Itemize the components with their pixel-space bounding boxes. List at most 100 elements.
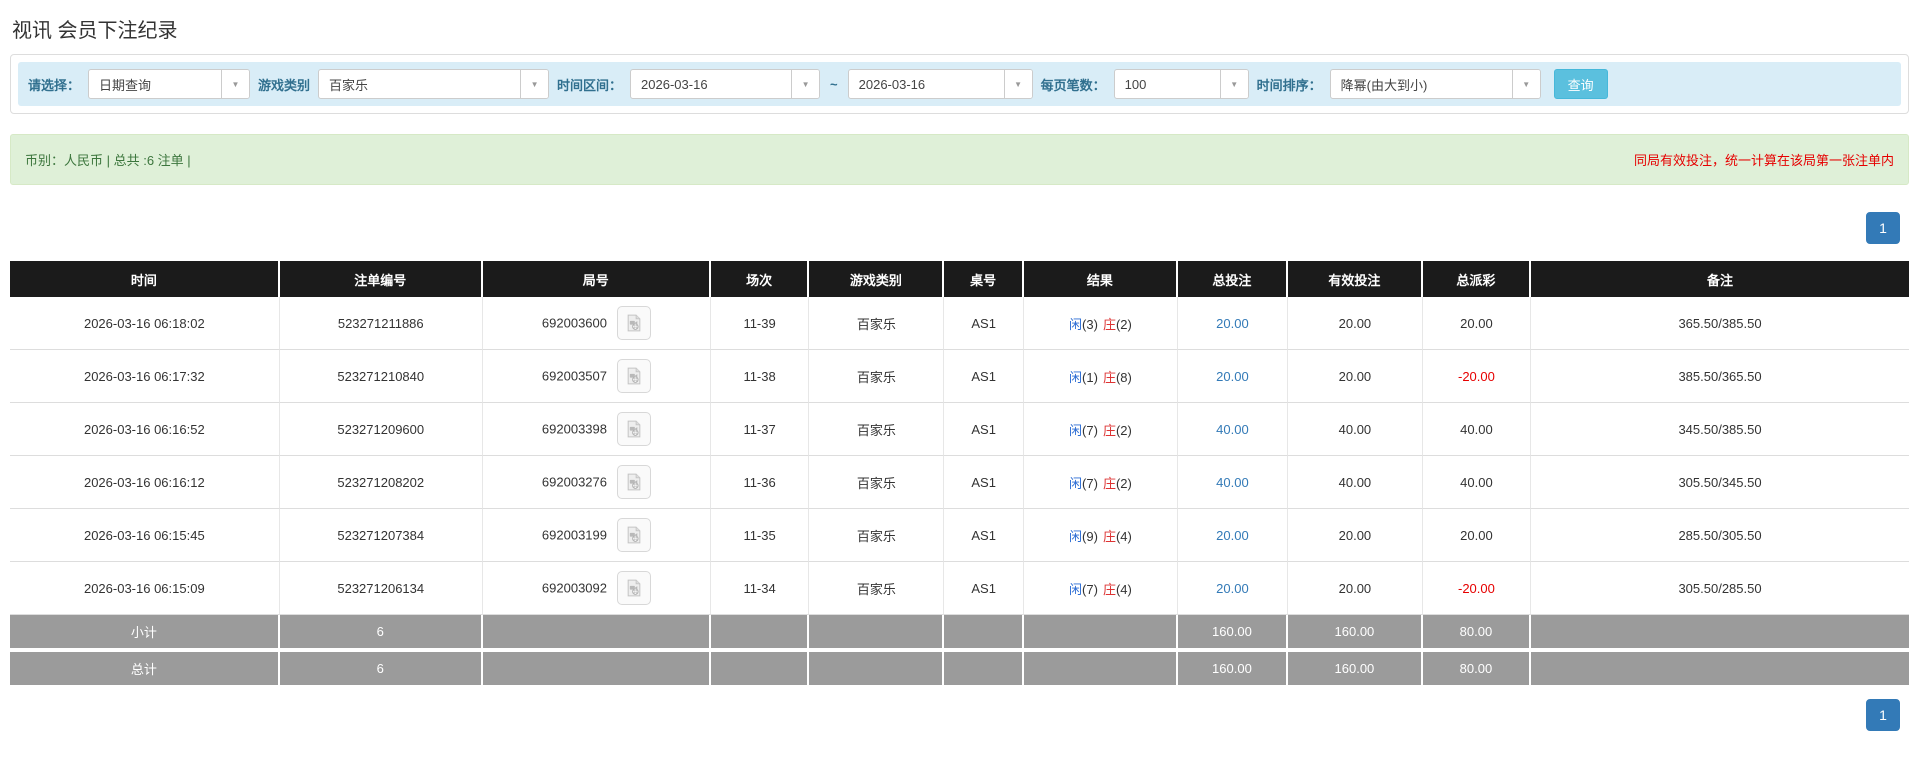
time-sort-select[interactable]: 降幂(由大到小) ▼ [1329, 69, 1541, 99]
total-bet-link[interactable]: 20.00 [1216, 316, 1249, 331]
total-bet-link[interactable]: 20.00 [1216, 528, 1249, 543]
filter-panel: 请选择： 日期查询 ▼ 游戏类别 百家乐 ▼ 时间区间： 2026-03-16 … [10, 54, 1909, 114]
page-size-select[interactable]: 100 ▼ [1113, 69, 1249, 99]
video-document-icon [627, 473, 640, 491]
cell-note: 345.50/385.50 [1531, 403, 1909, 456]
col-table-no: 桌号 [944, 261, 1025, 297]
total-bet-link[interactable]: 40.00 [1216, 422, 1249, 437]
result-player-label: 闲 [1069, 475, 1083, 491]
cell-payout: -20.00 [1422, 562, 1532, 615]
result-banker-label: 庄 [1102, 528, 1116, 544]
result-banker-score: (4) [1115, 581, 1132, 597]
table-row: 2026-03-16 06:17:32 523271210840 6920035… [10, 350, 1909, 403]
sum-label: 总计 [10, 652, 280, 689]
video-replay-button[interactable] [616, 412, 651, 446]
query-type-select[interactable]: 日期查询 ▼ [88, 69, 251, 99]
total-bet-link[interactable]: 20.00 [1216, 581, 1249, 596]
total-bet-link[interactable]: 40.00 [1216, 475, 1249, 490]
result-player-label: 闲 [1069, 422, 1083, 438]
result-player-label: 闲 [1069, 528, 1083, 544]
summary-bar: 币别：人民币 | 总共 :6 注单 | 同局有效投注，统一计算在该局第一张注单内 [10, 134, 1909, 185]
sum-count: 6 [279, 615, 483, 652]
sum-valid-bet: 160.00 [1287, 615, 1423, 652]
round-number: 692003092 [541, 580, 607, 596]
time-sort-value: 降幂(由大到小) [1340, 77, 1428, 93]
chevron-down-icon: ▼ [520, 70, 549, 98]
cell-table-no: AS1 [944, 456, 1025, 509]
cell-game-type: 百家乐 [809, 403, 945, 456]
cell-payout: 40.00 [1422, 403, 1532, 456]
cell-result: 闲(1) 庄(8) [1024, 350, 1178, 403]
cell-note: 385.50/365.50 [1531, 350, 1909, 403]
cell-table-no: AS1 [944, 562, 1025, 615]
result-banker-label: 庄 [1102, 581, 1116, 597]
summary-warning-note: 同局有效投注，统一计算在该局第一张注单内 [1633, 153, 1894, 168]
game-type-label: 游戏类别 [258, 77, 311, 93]
page-title: 视讯 会员下注纪录 [12, 20, 178, 42]
pagination-bottom: 1 [10, 699, 1900, 731]
video-replay-button[interactable] [616, 306, 651, 340]
video-replay-button[interactable] [616, 359, 651, 393]
sum-total-bet: 160.00 [1177, 615, 1288, 652]
cell-result: 闲(7) 庄(2) [1024, 403, 1178, 456]
sum-count: 6 [279, 652, 483, 689]
cell-note: 365.50/385.50 [1531, 297, 1909, 350]
cell-session: 11-35 [710, 509, 810, 562]
video-replay-button[interactable] [616, 571, 651, 605]
cell-game-type: 百家乐 [809, 562, 945, 615]
cell-round: 692003092 [482, 562, 711, 615]
result-player-score: (9) [1082, 528, 1098, 544]
cell-bet-id: 523271209600 [279, 403, 483, 456]
cell-payout: -20.00 [1422, 350, 1532, 403]
page-button-1[interactable]: 1 [1866, 699, 1900, 731]
table-row: 2026-03-16 06:18:02 523271211886 6920036… [10, 297, 1909, 350]
col-note: 备注 [1531, 261, 1909, 297]
col-total-bet: 总投注 [1177, 261, 1288, 297]
video-replay-button[interactable] [616, 518, 651, 552]
chevron-down-icon: ▼ [1511, 70, 1540, 98]
total-bet-link[interactable]: 20.00 [1216, 369, 1249, 384]
cell-session: 11-34 [710, 562, 810, 615]
cell-note: 305.50/285.50 [1531, 562, 1909, 615]
time-range-label: 时间区间： [557, 77, 623, 93]
cell-valid-bet: 20.00 [1287, 562, 1423, 615]
result-player-score: (7) [1082, 581, 1098, 597]
video-document-icon [627, 420, 640, 438]
cell-time: 2026-03-16 06:18:02 [10, 297, 280, 350]
cell-time: 2026-03-16 06:15:09 [10, 562, 280, 615]
cell-session: 11-39 [710, 297, 810, 350]
cell-round: 692003276 [482, 456, 711, 509]
col-time: 时间 [10, 261, 280, 297]
result-banker-label: 庄 [1102, 369, 1116, 385]
cell-bet-id: 523271207384 [279, 509, 483, 562]
cell-table-no: AS1 [944, 297, 1025, 350]
date-to-select[interactable]: 2026-03-16 ▼ [847, 69, 1033, 99]
cell-session: 11-36 [710, 456, 810, 509]
page-button-1[interactable]: 1 [1866, 212, 1900, 244]
chevron-down-icon: ▼ [1003, 70, 1032, 98]
cell-total-bet: 20.00 [1177, 562, 1288, 615]
summary-row: 总计 6 160.00 160.00 80.00 [10, 652, 1909, 689]
result-player-label: 闲 [1069, 316, 1083, 332]
date-from-select[interactable]: 2026-03-16 ▼ [630, 69, 821, 99]
col-valid-bet: 有效投注 [1287, 261, 1423, 297]
search-button[interactable]: 查询 [1553, 69, 1608, 99]
query-type-label: 请选择： [28, 77, 81, 93]
cell-time: 2026-03-16 06:17:32 [10, 350, 280, 403]
game-type-select[interactable]: 百家乐 ▼ [318, 69, 550, 99]
table-row: 2026-03-16 06:16:12 523271208202 6920032… [10, 456, 1909, 509]
chevron-down-icon: ▼ [1219, 70, 1248, 98]
video-document-icon [627, 314, 640, 332]
video-replay-button[interactable] [616, 465, 651, 499]
cell-game-type: 百家乐 [809, 350, 945, 403]
cell-bet-id: 523271211886 [279, 297, 483, 350]
round-number: 692003600 [541, 315, 607, 331]
round-number: 692003276 [541, 474, 607, 490]
result-banker-score: (2) [1115, 422, 1132, 438]
round-number: 692003398 [541, 421, 607, 437]
chevron-down-icon: ▼ [221, 70, 250, 98]
cell-round: 692003199 [482, 509, 711, 562]
col-game-type: 游戏类别 [809, 261, 945, 297]
result-player-score: (7) [1082, 422, 1098, 438]
result-player-label: 闲 [1069, 369, 1083, 385]
